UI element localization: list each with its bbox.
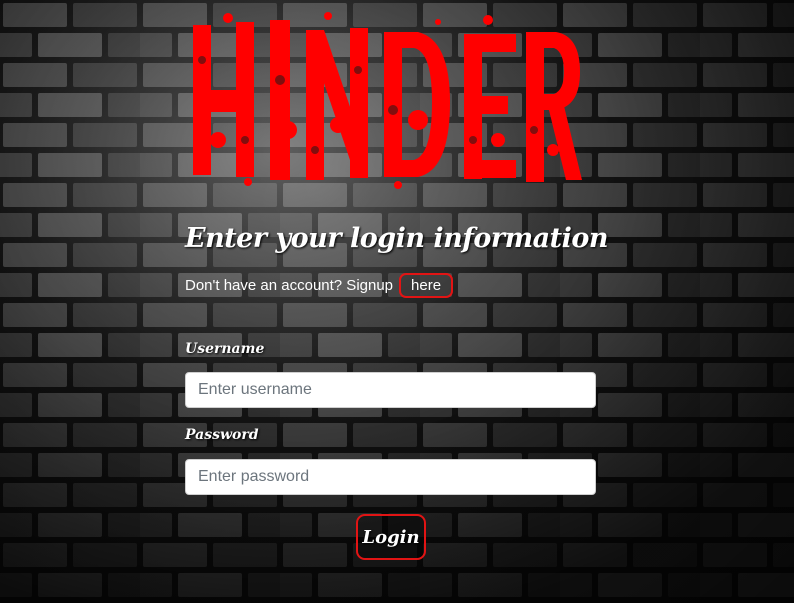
signup-link[interactable]: here — [399, 273, 454, 298]
hinder-logo — [188, 10, 583, 190]
login-button[interactable]: Login — [356, 514, 426, 560]
password-input[interactable] — [185, 459, 596, 495]
logo-graphic — [193, 12, 582, 189]
username-label: Username — [185, 341, 265, 357]
signup-line: Don't have an account? Signup here — [185, 273, 454, 298]
password-label: Password — [185, 427, 259, 443]
login-heading: Enter your login information — [185, 223, 609, 254]
username-input[interactable] — [185, 372, 596, 408]
signup-prompt: Don't have an account? Signup — [185, 277, 394, 294]
